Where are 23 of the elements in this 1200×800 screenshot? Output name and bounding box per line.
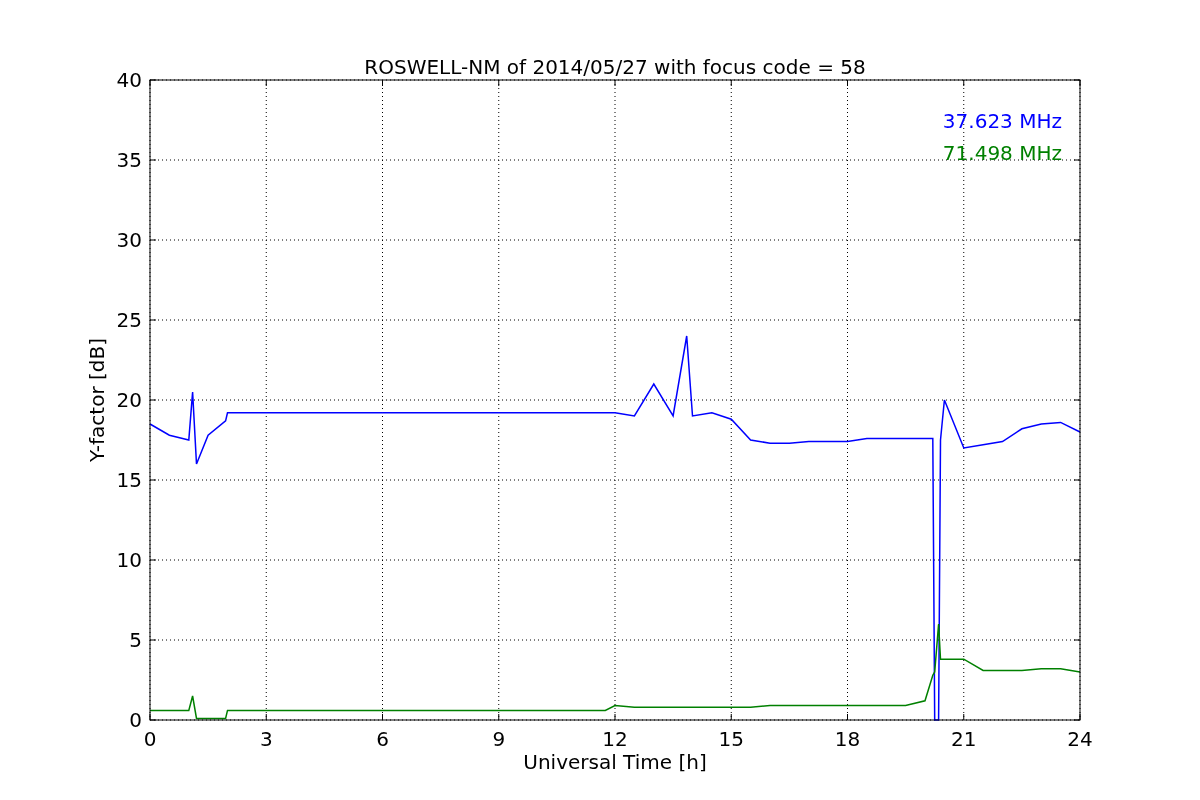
y-tick-label: 40 — [116, 68, 142, 92]
y-axis-label: Y-factor [dB] — [85, 338, 109, 462]
y-tick-label: 35 — [116, 148, 142, 172]
x-tick-label: 21 — [951, 727, 977, 751]
y-tick-label: 5 — [129, 628, 142, 652]
x-tick-label: 18 — [834, 727, 861, 751]
y-tick-label: 15 — [116, 468, 142, 492]
x-tick-label: 12 — [602, 727, 628, 751]
x-tick-label: 6 — [376, 727, 389, 751]
legend-label: 37.623 MHz — [942, 109, 1062, 133]
legend-label: 71.498 MHz — [942, 141, 1062, 165]
x-axis-label: Universal Time [h] — [523, 750, 707, 774]
x-tick-label: 3 — [259, 727, 273, 751]
y-tick-label: 30 — [116, 228, 142, 252]
x-tick-label: 24 — [1067, 727, 1093, 751]
y-tick-label: 0 — [129, 708, 142, 732]
y-tick-label: 10 — [116, 548, 142, 572]
y-tick-label: 20 — [116, 388, 142, 412]
x-tick-label: 0 — [143, 727, 157, 751]
y-tick-label: 25 — [116, 308, 142, 332]
chart-title: ROSWELL-NM of 2014/05/27 with focus code = 58 — [364, 55, 866, 79]
x-tick-label: 9 — [492, 727, 506, 751]
x-tick-label: 15 — [718, 727, 744, 751]
